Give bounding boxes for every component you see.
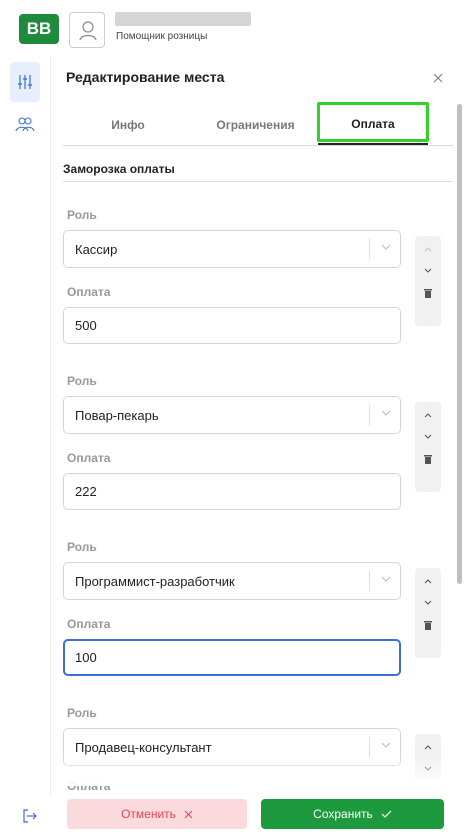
row-controls — [415, 568, 441, 658]
move-up-button[interactable] — [415, 404, 441, 426]
role-label: Роль — [67, 540, 97, 554]
role-select[interactable]: Повар-пекарь — [63, 396, 401, 434]
close-icon — [184, 810, 193, 818]
role-label: Роль — [67, 208, 97, 222]
delete-button[interactable] — [415, 448, 441, 470]
payment-label: Оплата — [67, 451, 111, 465]
chevron-up-icon — [424, 412, 432, 417]
cancel-button[interactable]: Отменить — [67, 799, 247, 829]
payment-input[interactable] — [63, 307, 401, 344]
move-down-button[interactable] — [415, 259, 441, 281]
users-icon — [15, 117, 35, 132]
chevron-down-icon — [381, 742, 391, 748]
role-payment-group: Роль Повар-пекарь Оплата — [63, 370, 443, 540]
select-separator — [369, 405, 370, 425]
select-separator — [369, 571, 370, 591]
cancel-label: Отменить — [121, 807, 176, 821]
chevron-down-icon — [424, 434, 432, 439]
tab-payment[interactable]: Оплата — [318, 104, 428, 145]
rail-item-settings[interactable] — [10, 62, 40, 102]
tab-info[interactable]: Инфо — [63, 104, 193, 146]
top-bar: BB Помощник розницы — [0, 0, 467, 56]
section-title: Заморозка оплаты — [63, 162, 175, 176]
panel-header: Редактирование места — [51, 56, 467, 100]
delete-button[interactable] — [415, 614, 441, 636]
payment-input[interactable] — [63, 639, 401, 676]
role-select-value: Продавец-консультант — [75, 740, 212, 755]
panel-footer: Отменить Сохранить — [50, 795, 467, 835]
role-select[interactable]: Программист-разработчик — [63, 562, 401, 600]
scrollbar-thumb[interactable] — [457, 104, 462, 584]
row-controls — [415, 236, 441, 326]
save-label: Сохранить — [313, 807, 373, 821]
role-select-value: Повар-пекарь — [75, 408, 159, 423]
chevron-down-icon — [381, 410, 391, 416]
role-label: Роль — [67, 374, 97, 388]
role-select-value: Кассир — [75, 242, 118, 257]
role-select-value: Программист-разработчик — [75, 574, 235, 589]
user-name-redacted — [115, 12, 251, 26]
save-button[interactable]: Сохранить — [261, 799, 444, 829]
scroll-fade — [51, 756, 456, 786]
logout-icon — [23, 809, 37, 823]
trash-icon — [424, 289, 432, 298]
trash-icon — [424, 621, 432, 630]
select-separator — [369, 737, 370, 757]
user-icon — [79, 21, 97, 41]
payment-input[interactable] — [63, 473, 401, 510]
move-up-button[interactable] — [415, 736, 441, 758]
move-up-button[interactable] — [415, 238, 441, 260]
close-button[interactable] — [428, 68, 448, 88]
chevron-up-icon — [424, 578, 432, 583]
user-role: Помощник розницы — [116, 31, 208, 42]
user-avatar[interactable] — [69, 12, 105, 48]
chevron-up-icon — [424, 744, 432, 749]
section-divider — [63, 181, 453, 182]
left-rail — [0, 56, 50, 835]
move-up-button[interactable] — [415, 570, 441, 592]
move-down-button[interactable] — [415, 591, 441, 613]
chevron-up-icon — [424, 246, 432, 251]
move-down-button[interactable] — [415, 425, 441, 447]
delete-button[interactable] — [415, 282, 441, 304]
role-payment-group: Роль Программист-разработчик Оплата — [63, 536, 443, 706]
row-controls — [415, 402, 441, 492]
tab-restrictions[interactable]: Ограничения — [193, 104, 318, 146]
logout-button[interactable] — [22, 808, 38, 829]
close-icon — [433, 73, 443, 83]
edit-place-panel: Редактирование места Инфо Ограничения Оп… — [50, 56, 467, 835]
sliders-icon — [18, 75, 32, 89]
trash-icon — [424, 455, 432, 464]
chevron-down-icon — [424, 268, 432, 273]
rail-item-users[interactable] — [10, 104, 40, 144]
chevron-down-icon — [381, 244, 391, 250]
select-separator — [369, 239, 370, 259]
payment-label: Оплата — [67, 617, 111, 631]
app-logo[interactable]: BB — [19, 14, 59, 44]
chevron-down-icon — [424, 600, 432, 605]
role-label: Роль — [67, 706, 97, 720]
role-select[interactable]: Кассир — [63, 230, 401, 268]
role-payment-group: Роль Кассир Оплата — [63, 204, 443, 374]
panel-title: Редактирование места — [66, 69, 225, 85]
tab-bar: Инфо Ограничения Оплата — [63, 104, 453, 146]
check-icon — [381, 810, 392, 818]
payment-label: Оплата — [67, 285, 111, 299]
chevron-down-icon — [381, 576, 391, 582]
